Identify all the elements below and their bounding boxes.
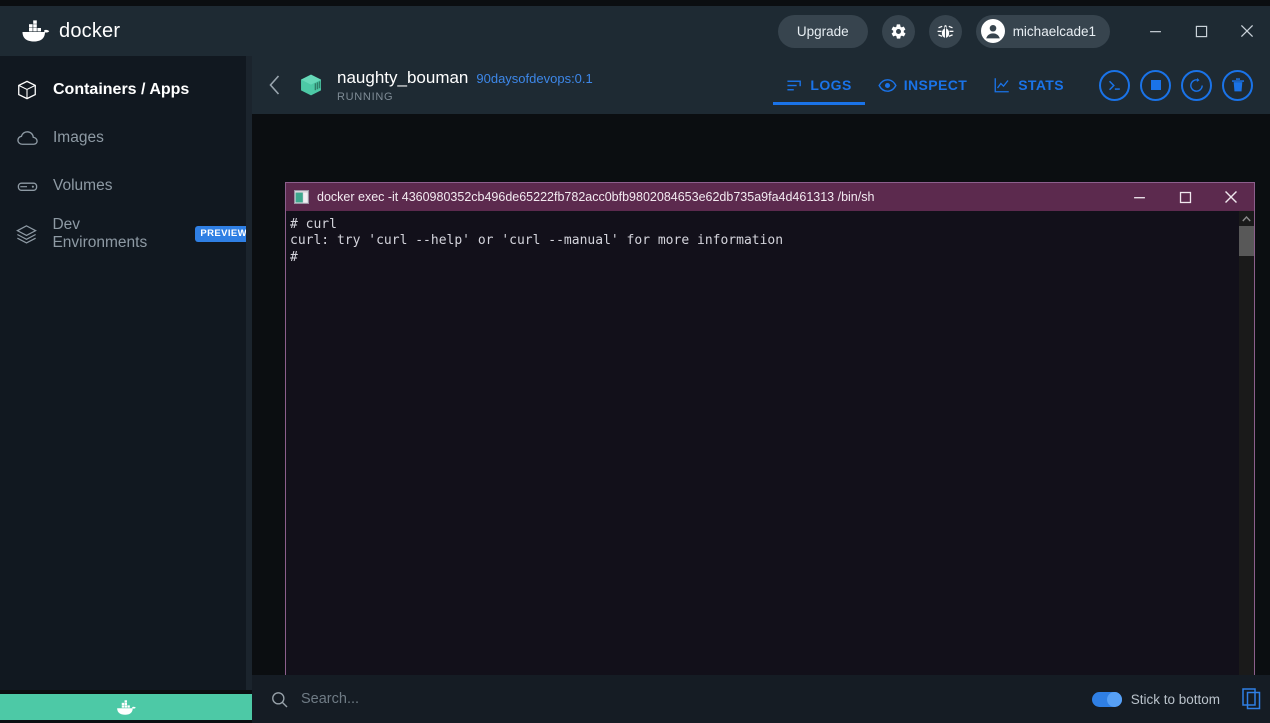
sidebar-item-containers-apps[interactable]: Containers / Apps xyxy=(0,66,252,114)
docker-desktop-window: docker Upgrade michaelcade1 Containers /… xyxy=(0,0,1270,723)
dev-environments-icon xyxy=(14,223,39,246)
sidebar-item-images[interactable]: Images xyxy=(0,114,252,162)
minimize-button[interactable] xyxy=(1132,6,1178,56)
scroll-up-button[interactable] xyxy=(1239,211,1254,226)
user-account-button[interactable]: michaelcade1 xyxy=(975,14,1110,48)
terminal-maximize-button[interactable] xyxy=(1162,183,1208,211)
search-input[interactable] xyxy=(301,691,701,707)
scroll-thumb[interactable] xyxy=(1239,226,1254,256)
stop-square-icon xyxy=(1150,80,1161,90)
docker-desktop-app: docker Upgrade michaelcade1 Containers /… xyxy=(0,0,1270,723)
titlebar-right: Upgrade michaelcade1 xyxy=(777,6,1270,56)
maximize-button[interactable] xyxy=(1178,6,1224,56)
avatar-icon xyxy=(981,20,1004,42)
container-icon xyxy=(14,79,40,101)
close-icon xyxy=(1225,191,1237,203)
upgrade-button[interactable]: Upgrade xyxy=(777,14,868,48)
titlebar: docker Upgrade michaelcade1 xyxy=(0,6,1270,56)
tab-stats[interactable]: STATS xyxy=(980,56,1077,114)
tab-label: INSPECT xyxy=(903,77,968,93)
docker-status-strip xyxy=(0,694,252,720)
tab-logs[interactable]: LOGS xyxy=(773,56,865,114)
scroll-up-arrow-icon xyxy=(1242,215,1251,221)
back-button[interactable] xyxy=(252,74,296,96)
cli-button[interactable] xyxy=(1099,69,1130,101)
images-cloud-icon xyxy=(14,127,40,150)
stop-button[interactable] xyxy=(1140,69,1171,101)
terminal-line: # curl xyxy=(290,217,337,232)
delete-button[interactable] xyxy=(1222,69,1253,101)
gear-icon xyxy=(891,23,906,39)
terminal-title-text: docker exec -it 4360980352cb496de65222fb… xyxy=(317,190,875,204)
chevron-left-icon xyxy=(268,75,279,95)
terminal-prompt-icon xyxy=(1109,80,1120,90)
terminal-window: docker exec -it 4360980352cb496de65222fb… xyxy=(285,182,1255,692)
sidebar-item-volumes[interactable]: Volumes xyxy=(0,162,252,210)
troubleshoot-button[interactable] xyxy=(928,14,962,48)
container-name: naughty_bouman xyxy=(337,67,469,87)
terminal-titlebar[interactable]: docker exec -it 4360980352cb496de65222fb… xyxy=(286,183,1254,211)
terminal-minimize-button[interactable] xyxy=(1116,183,1162,211)
bug-icon xyxy=(937,24,954,39)
terminal-window-controls xyxy=(1116,183,1254,211)
docker-whale-icon xyxy=(117,699,136,715)
tab-inspect[interactable]: INSPECT xyxy=(865,56,980,114)
toggle-knob xyxy=(1106,691,1122,707)
sidebar-item-label: Volumes xyxy=(53,177,113,194)
maximize-icon xyxy=(1179,191,1191,203)
sidebar-item-label: Images xyxy=(53,129,104,146)
settings-button[interactable] xyxy=(881,14,915,48)
container-tabs: LOGS INSPECT STATS xyxy=(773,56,1270,114)
minimize-icon xyxy=(1149,30,1161,32)
logs-icon xyxy=(787,80,802,90)
trash-icon xyxy=(1231,78,1244,92)
chart-icon xyxy=(994,78,1009,93)
restart-button[interactable] xyxy=(1181,69,1212,101)
maximize-icon xyxy=(1195,25,1207,37)
docker-logo: docker xyxy=(20,19,120,43)
terminal-output[interactable]: # curl curl: try 'curl --help' or 'curl … xyxy=(286,211,1239,691)
copy-logs-button[interactable] xyxy=(1242,688,1262,710)
container-titles: naughty_bouman 90daysofdevops:0.1 RUNNIN… xyxy=(337,68,593,103)
restart-arrow-icon xyxy=(1190,77,1203,92)
main-content: naughty_bouman 90daysofdevops:0.1 RUNNIN… xyxy=(252,56,1270,723)
minimize-icon xyxy=(1133,196,1145,198)
stick-to-bottom-control[interactable]: Stick to bottom xyxy=(1091,691,1220,707)
bottom-bar: Stick to bottom xyxy=(252,675,1270,723)
window-controls xyxy=(1132,6,1270,56)
terminal-close-button[interactable] xyxy=(1208,183,1254,211)
container-actions xyxy=(1099,69,1253,101)
tab-label: STATS xyxy=(1018,77,1064,93)
stick-to-bottom-toggle[interactable] xyxy=(1091,691,1122,707)
user-name-label: michaelcade1 xyxy=(1012,23,1096,39)
stick-to-bottom-label: Stick to bottom xyxy=(1130,691,1220,707)
avatar xyxy=(980,19,1005,43)
sidebar-item-dev-environments[interactable]: Dev Environments PREVIEW xyxy=(0,210,252,258)
terminal-window-icon xyxy=(294,190,309,204)
sidebar: Containers / Apps Images Volumes Dev Env… xyxy=(0,56,252,690)
container-image-link[interactable]: 90daysofdevops:0.1 xyxy=(476,71,592,86)
sidebar-item-label: Dev Environments xyxy=(52,216,148,251)
container-cube-icon xyxy=(298,72,324,98)
search-icon[interactable] xyxy=(270,690,289,709)
close-button[interactable] xyxy=(1224,6,1270,56)
close-icon xyxy=(1240,24,1254,38)
container-status: RUNNING xyxy=(337,90,394,103)
copy-icon xyxy=(1242,688,1261,710)
brand-text: docker xyxy=(59,19,121,42)
volumes-icon xyxy=(14,175,40,198)
tab-label: LOGS xyxy=(810,77,852,93)
scroll-track[interactable] xyxy=(1239,226,1254,676)
terminal-line: # xyxy=(290,249,298,265)
search-container xyxy=(270,690,1092,709)
container-header: naughty_bouman 90daysofdevops:0.1 RUNNIN… xyxy=(252,56,1270,114)
sidebar-item-label: Containers / Apps xyxy=(53,81,190,98)
logs-panel: docker exec -it 4360980352cb496de65222fb… xyxy=(252,114,1270,692)
terminal-line: curl: try 'curl --help' or 'curl --manua… xyxy=(290,233,784,249)
docker-whale-icon xyxy=(22,20,50,42)
preview-badge: PREVIEW xyxy=(195,226,252,242)
terminal-scrollbar[interactable] xyxy=(1239,211,1254,691)
eye-icon xyxy=(878,78,897,92)
